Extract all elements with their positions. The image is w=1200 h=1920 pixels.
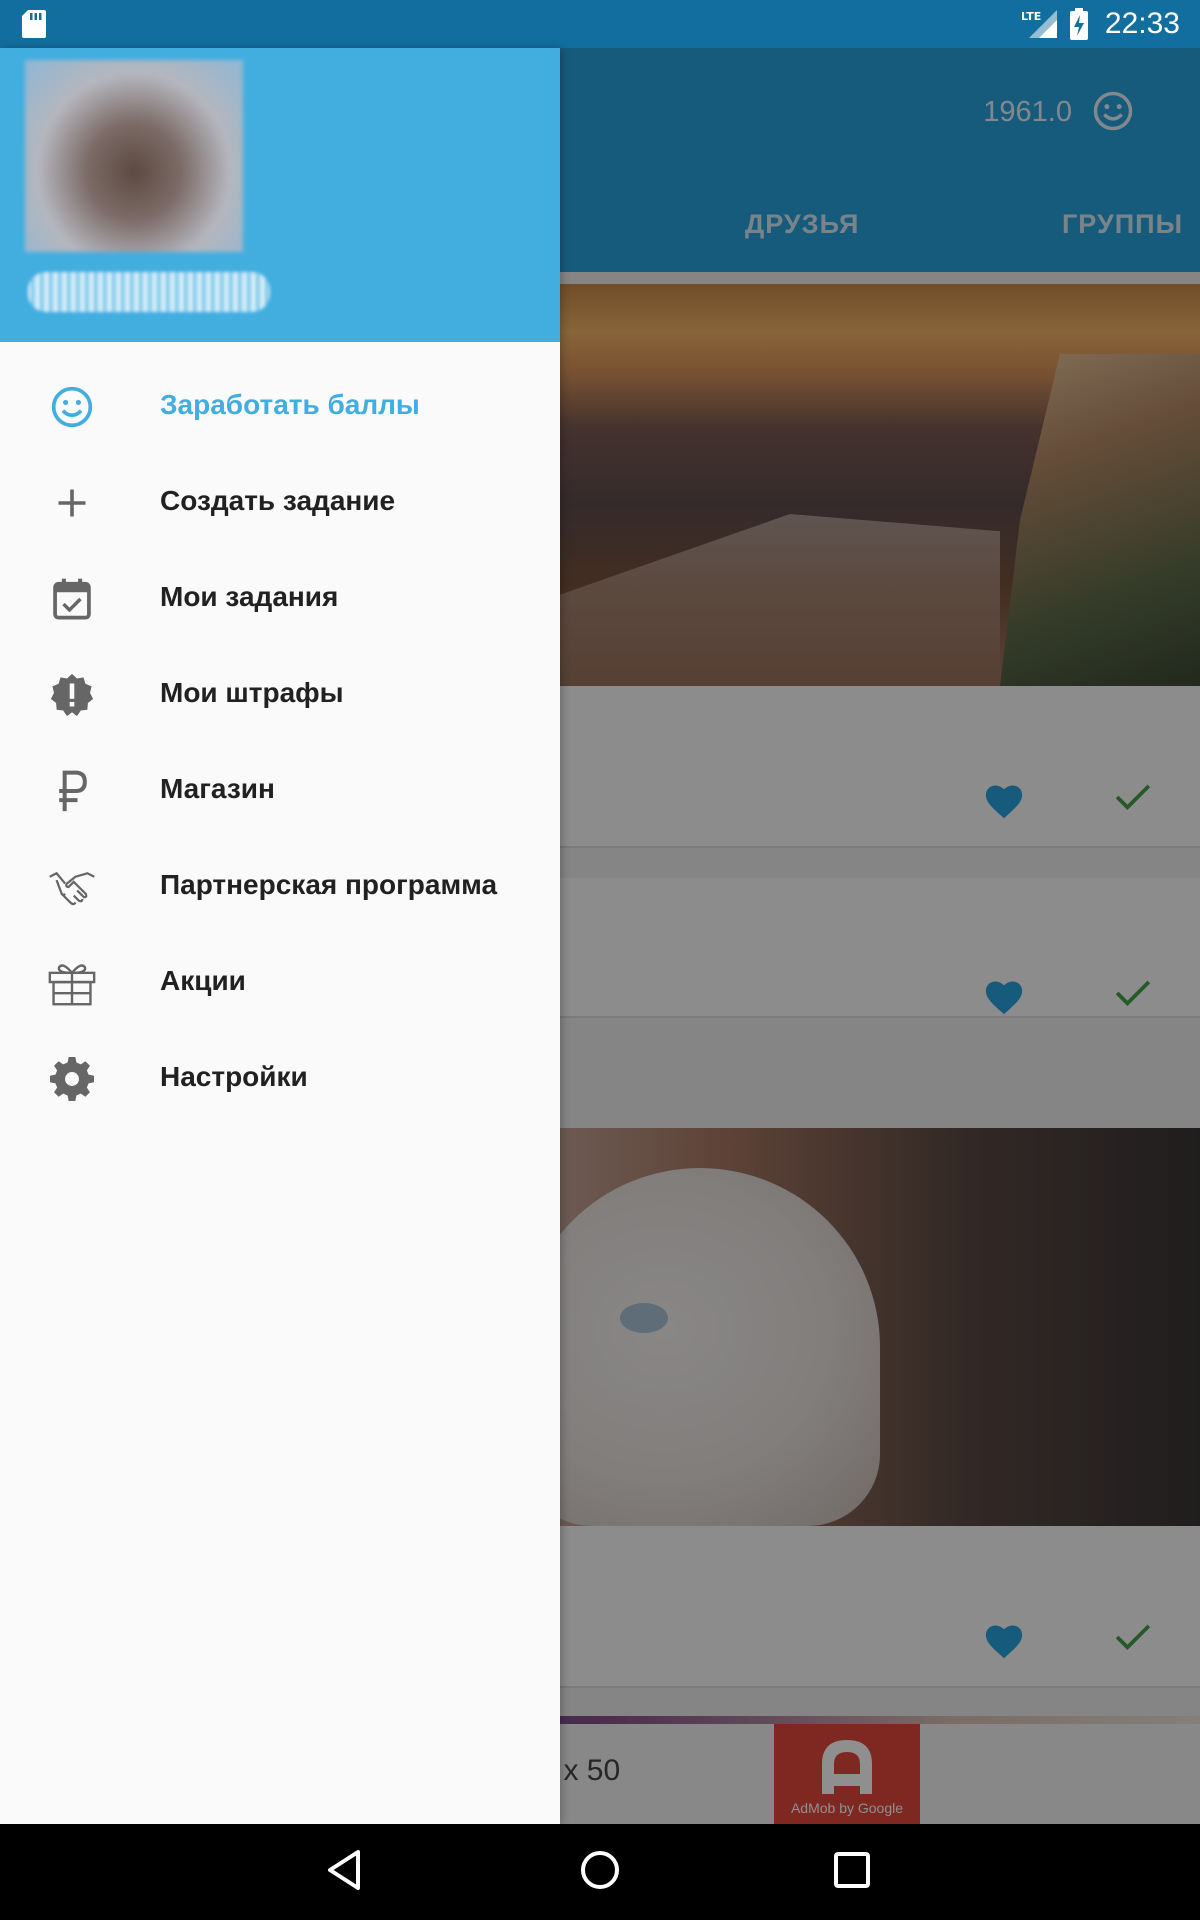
menu-item-promotions[interactable]: Акции bbox=[0, 935, 560, 1031]
alert-badge-icon bbox=[48, 671, 96, 719]
avatar[interactable] bbox=[25, 60, 243, 252]
calendar-check-icon bbox=[48, 575, 96, 623]
menu-item-label: Настройки bbox=[160, 1061, 308, 1092]
smiley-icon bbox=[48, 383, 96, 431]
signal-icon: LTE bbox=[1021, 10, 1057, 38]
menu-item-label: Создать задание bbox=[160, 485, 396, 516]
network-label: LTE bbox=[1021, 10, 1041, 23]
home-icon[interactable] bbox=[578, 1848, 622, 1892]
drawer-menu: Заработать баллы Создать задание Мои зад… bbox=[0, 359, 560, 1127]
handshake-icon bbox=[48, 863, 96, 911]
gear-icon bbox=[48, 1055, 96, 1103]
drawer-header bbox=[0, 48, 560, 342]
recents-icon[interactable] bbox=[832, 1848, 872, 1892]
navigation-drawer: Заработать баллы Создать задание Мои зад… bbox=[0, 48, 560, 1824]
ruble-icon bbox=[48, 767, 96, 815]
menu-item-label: Мои задания bbox=[160, 581, 339, 612]
menu-item-my-fines[interactable]: Мои штрафы bbox=[0, 647, 560, 743]
system-nav-bar bbox=[0, 1824, 1200, 1920]
status-bar: LTE 22:33 bbox=[0, 0, 1200, 48]
gift-icon bbox=[48, 959, 96, 1007]
menu-item-label: Заработать баллы bbox=[160, 389, 420, 420]
menu-item-partner-program[interactable]: Партнерская программа bbox=[0, 839, 560, 935]
battery-charging-icon bbox=[1069, 8, 1088, 40]
menu-item-create-task[interactable]: Создать задание bbox=[0, 455, 560, 551]
menu-item-my-tasks[interactable]: Мои задания bbox=[0, 551, 560, 647]
menu-item-label: Партнерская программа bbox=[160, 869, 498, 900]
menu-item-label: Акции bbox=[160, 965, 246, 996]
menu-item-shop[interactable]: Магазин bbox=[0, 743, 560, 839]
menu-item-settings[interactable]: Настройки bbox=[0, 1031, 560, 1127]
back-icon[interactable] bbox=[324, 1848, 364, 1892]
clock: 22:33 bbox=[1104, 7, 1180, 40]
menu-item-label: Магазин bbox=[160, 773, 275, 804]
username-blurred bbox=[28, 272, 270, 312]
sd-card-icon bbox=[22, 10, 46, 38]
menu-item-earn-points[interactable]: Заработать баллы bbox=[0, 359, 560, 455]
plus-icon bbox=[48, 479, 96, 527]
menu-item-label: Мои штрафы bbox=[160, 677, 344, 708]
